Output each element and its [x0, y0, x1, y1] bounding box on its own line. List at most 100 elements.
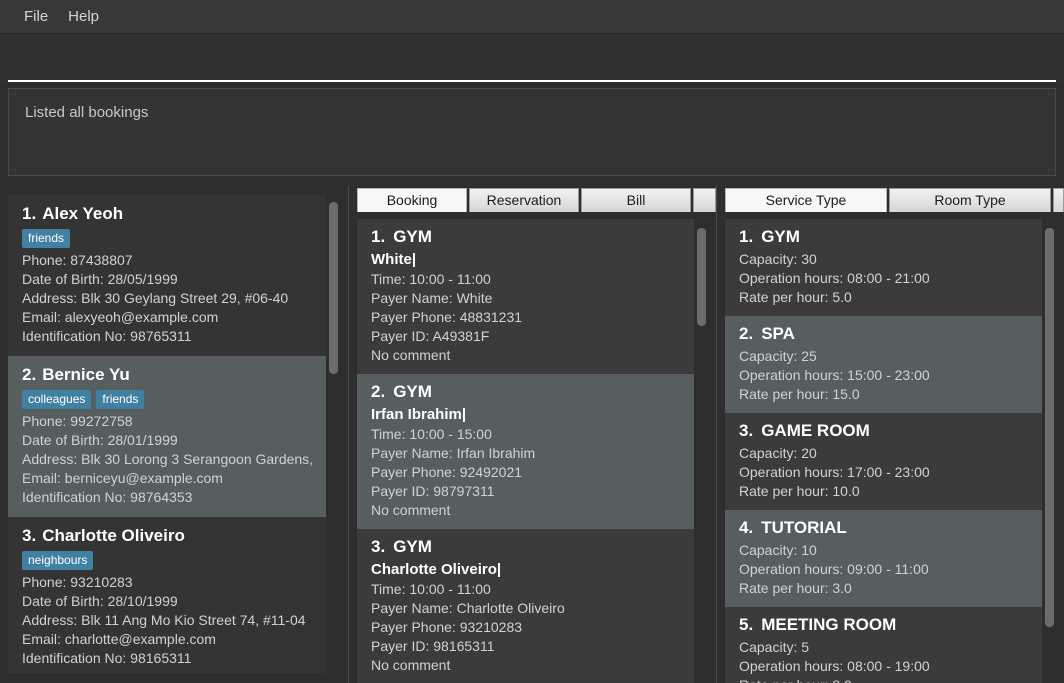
- service-type-card[interactable]: 3. GAME ROOM Capacity: 20 Operation hours: …: [725, 413, 1042, 510]
- booking-title: White|: [371, 251, 417, 268]
- person-card[interactable]: 1. Alex Yeoh friends Phone: 87438807 Date of…: [8, 195, 326, 356]
- person-tag-row: friends: [22, 229, 314, 248]
- booking-comment: No comment: [371, 657, 451, 673]
- person-tag: friends: [96, 390, 145, 409]
- booking-time: Time: 10:00 - 11:00: [371, 581, 491, 597]
- person-list-scrollbar-thumb[interactable]: [329, 202, 338, 375]
- booking-comment: No comment: [371, 347, 451, 363]
- booking-payer-id: Payer ID: 98797311: [371, 483, 495, 499]
- person-phone: Phone: 99272758: [22, 413, 133, 429]
- person-dob: Date of Birth: 28/05/1999: [22, 271, 178, 287]
- service-type-list-scrollbar[interactable]: [1042, 219, 1056, 683]
- booking-payer-name: Payer Name: White: [371, 290, 493, 306]
- service-type-capacity: Capacity: 10: [739, 542, 817, 558]
- person-card[interactable]: 2. Bernice Yu colleagues friends Phone: 9927…: [8, 356, 326, 517]
- tab-booking[interactable]: Booking: [357, 188, 467, 212]
- person-name: Charlotte Oliveiro: [42, 526, 185, 545]
- person-address: Address: Blk 30 Lorong 3 Serangoon Garde…: [22, 451, 314, 467]
- person-address: Address: Blk 30 Geylang Street 29, #06-4…: [22, 290, 289, 306]
- booking-service: GYM: [393, 537, 432, 556]
- menu-bar: File Help: [0, 0, 1064, 34]
- service-type-rate: Rate per hour: 5.0: [739, 289, 852, 305]
- person-dob: Date of Birth: 28/10/1999: [22, 593, 178, 609]
- booking-comment: No comment: [371, 502, 451, 518]
- person-list[interactable]: 1. Alex Yeoh friends Phone: 87438807 Date of…: [8, 195, 340, 673]
- service-type-name: TUTORIAL: [761, 518, 847, 537]
- service-type-card[interactable]: 1. GYM Capacity: 30 Operation hours: 08:00 …: [725, 219, 1042, 316]
- service-type-card-header: 3. GAME ROOM: [739, 421, 1030, 441]
- service-type-capacity: Capacity: 5: [739, 639, 810, 655]
- command-input[interactable]: [8, 38, 1056, 82]
- service-type-list[interactable]: 1. GYM Capacity: 30 Operation hours: 08:00 …: [725, 219, 1056, 683]
- service-type-index: 4.: [739, 518, 754, 537]
- service-type-capacity: Capacity: 30: [739, 251, 817, 267]
- person-phone: Phone: 93210283: [22, 574, 133, 590]
- service-type-rate: Rate per hour: 10.0: [739, 483, 860, 499]
- person-tag: colleagues: [22, 390, 92, 409]
- service-type-list-scrollbar-thumb[interactable]: [1045, 228, 1054, 628]
- tab-room-type[interactable]: Room Type: [889, 188, 1051, 212]
- service-type-index: 5.: [739, 615, 754, 634]
- service-type-card[interactable]: 4. TUTORIAL Capacity: 10 Operation hours: 0…: [725, 510, 1042, 607]
- person-index: 3.: [22, 526, 37, 545]
- person-card-header: 1. Alex Yeoh: [22, 204, 314, 224]
- service-type-operation-hours: Operation hours: 09:00 - 11:00: [739, 561, 929, 577]
- person-tag: neighbours: [22, 551, 94, 570]
- command-box-container: [0, 34, 1064, 82]
- service-type-capacity: Capacity: 20: [739, 445, 817, 461]
- person-identification: Identification No: 98765311: [22, 328, 192, 344]
- service-type-rate: Rate per hour: 3.0: [739, 580, 852, 596]
- person-index: 2.: [22, 365, 37, 384]
- service-type-tab-filler: [1053, 188, 1064, 212]
- service-type-card-header: 5. MEETING ROOM: [739, 615, 1030, 635]
- booking-list-items: 1. GYM White| Time: 10:00 - 11:00 Payer Name…: [357, 219, 694, 683]
- service-type-operation-hours: Operation hours: 15:00 - 23:00: [739, 367, 930, 383]
- service-type-name: GAME ROOM: [761, 421, 870, 440]
- person-tag: friends: [22, 229, 71, 248]
- booking-list-scrollbar-thumb[interactable]: [697, 228, 706, 326]
- service-type-name: MEETING ROOM: [761, 615, 897, 634]
- booking-payer-phone: Payer Phone: 93210283: [371, 619, 523, 635]
- person-name: Alex Yeoh: [42, 204, 124, 223]
- person-card[interactable]: 3. Charlotte Oliveiro neighbours Phone: 932…: [8, 517, 326, 673]
- tab-reservation[interactable]: Reservation: [469, 188, 579, 212]
- booking-card-header: 2. GYM: [371, 382, 682, 402]
- booking-time: Time: 10:00 - 15:00: [371, 426, 492, 442]
- menu-item-file[interactable]: File: [14, 5, 58, 28]
- booking-payer-name: Payer Name: Irfan Ibrahim: [371, 445, 536, 461]
- booking-list[interactable]: 1. GYM White| Time: 10:00 - 11:00 Payer Name…: [357, 219, 708, 683]
- booking-title: Irfan Ibrahim|: [371, 406, 467, 423]
- tab-bill[interactable]: Bill: [581, 188, 691, 212]
- person-phone: Phone: 87438807: [22, 252, 133, 268]
- service-type-operation-hours: Operation hours: 08:00 - 19:00: [739, 658, 930, 674]
- booking-payer-id: Payer ID: A49381F: [371, 328, 490, 344]
- service-type-index: 1.: [739, 227, 754, 246]
- service-type-name: SPA: [761, 324, 795, 343]
- booking-payer-name: Payer Name: Charlotte Oliveiro: [371, 600, 565, 616]
- menu-item-help[interactable]: Help: [58, 5, 109, 28]
- tab-service-type[interactable]: Service Type: [725, 188, 887, 212]
- booking-service: GYM: [393, 382, 432, 401]
- booking-index: 3.: [371, 537, 386, 556]
- service-type-panel: Service Type Room Type 1. GYM Capacity: 30…: [716, 186, 1064, 683]
- service-type-card-header: 4. TUTORIAL: [739, 518, 1030, 538]
- main-panels: 1. Alex Yeoh friends Phone: 87438807 Date of…: [0, 186, 1064, 683]
- person-list-scrollbar[interactable]: [326, 195, 340, 673]
- service-type-card[interactable]: 2. SPA Capacity: 25 Operation hours: 15:00 …: [725, 316, 1042, 413]
- service-type-rate: Rate per hour: 8.0: [739, 676, 1030, 683]
- booking-card[interactable]: 2. GYM Irfan Ibrahim| Time: 10:00 - 15:00 Pa…: [357, 374, 694, 529]
- booking-list-scrollbar[interactable]: [694, 219, 708, 683]
- booking-payer-phone: Payer Phone: 92492021: [371, 464, 523, 480]
- booking-card[interactable]: 3. GYM Charlotte Oliveiro| Time: 10:00 - 11…: [357, 529, 694, 683]
- person-list-items: 1. Alex Yeoh friends Phone: 87438807 Date of…: [8, 195, 326, 673]
- service-type-card[interactable]: 5. MEETING ROOM Capacity: 5 Operation hours…: [725, 607, 1042, 683]
- service-type-index: 2.: [739, 324, 754, 343]
- booking-time: Time: 10:00 - 11:00: [371, 271, 491, 287]
- booking-card[interactable]: 1. GYM White| Time: 10:00 - 11:00 Payer Name…: [357, 219, 694, 374]
- person-email: Email: charlotte@example.com: [22, 631, 216, 647]
- service-type-tab-bar: Service Type Room Type: [717, 186, 1064, 212]
- service-type-list-items: 1. GYM Capacity: 30 Operation hours: 08:00 …: [725, 219, 1042, 683]
- person-tag-row: neighbours: [22, 551, 314, 570]
- person-identification: Identification No: 98165311: [22, 650, 192, 666]
- person-identification: Identification No: 98764353: [22, 489, 193, 505]
